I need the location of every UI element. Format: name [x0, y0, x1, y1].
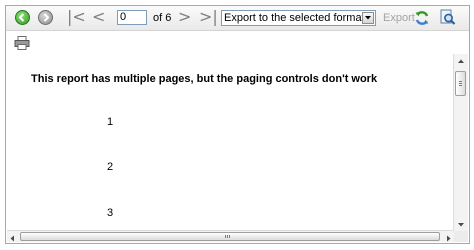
refresh-icon[interactable]: [414, 10, 430, 31]
report-viewer: |< < 0 of 6 > >| Export to the selected …: [5, 5, 470, 244]
horizontal-scroll-thumb[interactable]: [20, 232, 440, 241]
export-format-select[interactable]: Export to the selected format: [221, 10, 376, 26]
report-title: This report has multiple pages, but the …: [31, 73, 378, 85]
find-icon[interactable]: [439, 9, 456, 31]
page-number-input[interactable]: 0: [117, 10, 147, 25]
report-row: 3: [107, 207, 114, 219]
print-icon[interactable]: [14, 36, 30, 50]
report-content: This report has multiple pages, but the …: [7, 54, 455, 232]
chevron-down-icon[interactable]: [362, 12, 374, 24]
page-count-label: of 6: [153, 12, 172, 24]
report-row: 2: [107, 161, 114, 173]
scroll-left-arrow-icon[interactable]: [7, 231, 18, 242]
horizontal-scrollbar[interactable]: [7, 230, 454, 242]
scroll-right-arrow-icon[interactable]: [443, 231, 454, 242]
scroll-down-arrow-icon[interactable]: [454, 218, 468, 232]
scrollbar-corner: [454, 231, 468, 242]
forward-icon[interactable]: [38, 10, 53, 25]
export-format-value: Export to the selected format: [224, 12, 365, 24]
report-row: 1: [107, 116, 114, 128]
vertical-scrollbar[interactable]: [453, 54, 468, 232]
last-page-icon[interactable]: >|: [199, 8, 218, 26]
vertical-scroll-thumb[interactable]: [455, 71, 466, 96]
previous-page-icon[interactable]: <: [92, 8, 105, 26]
next-page-icon[interactable]: >: [178, 8, 191, 26]
toolbar: |< < 0 of 6 > >| Export to the selected …: [6, 6, 469, 31]
first-page-icon[interactable]: |<: [67, 8, 86, 26]
export-link[interactable]: Export: [383, 12, 415, 24]
scroll-up-arrow-icon[interactable]: [454, 54, 468, 68]
back-icon[interactable]: [15, 10, 30, 25]
